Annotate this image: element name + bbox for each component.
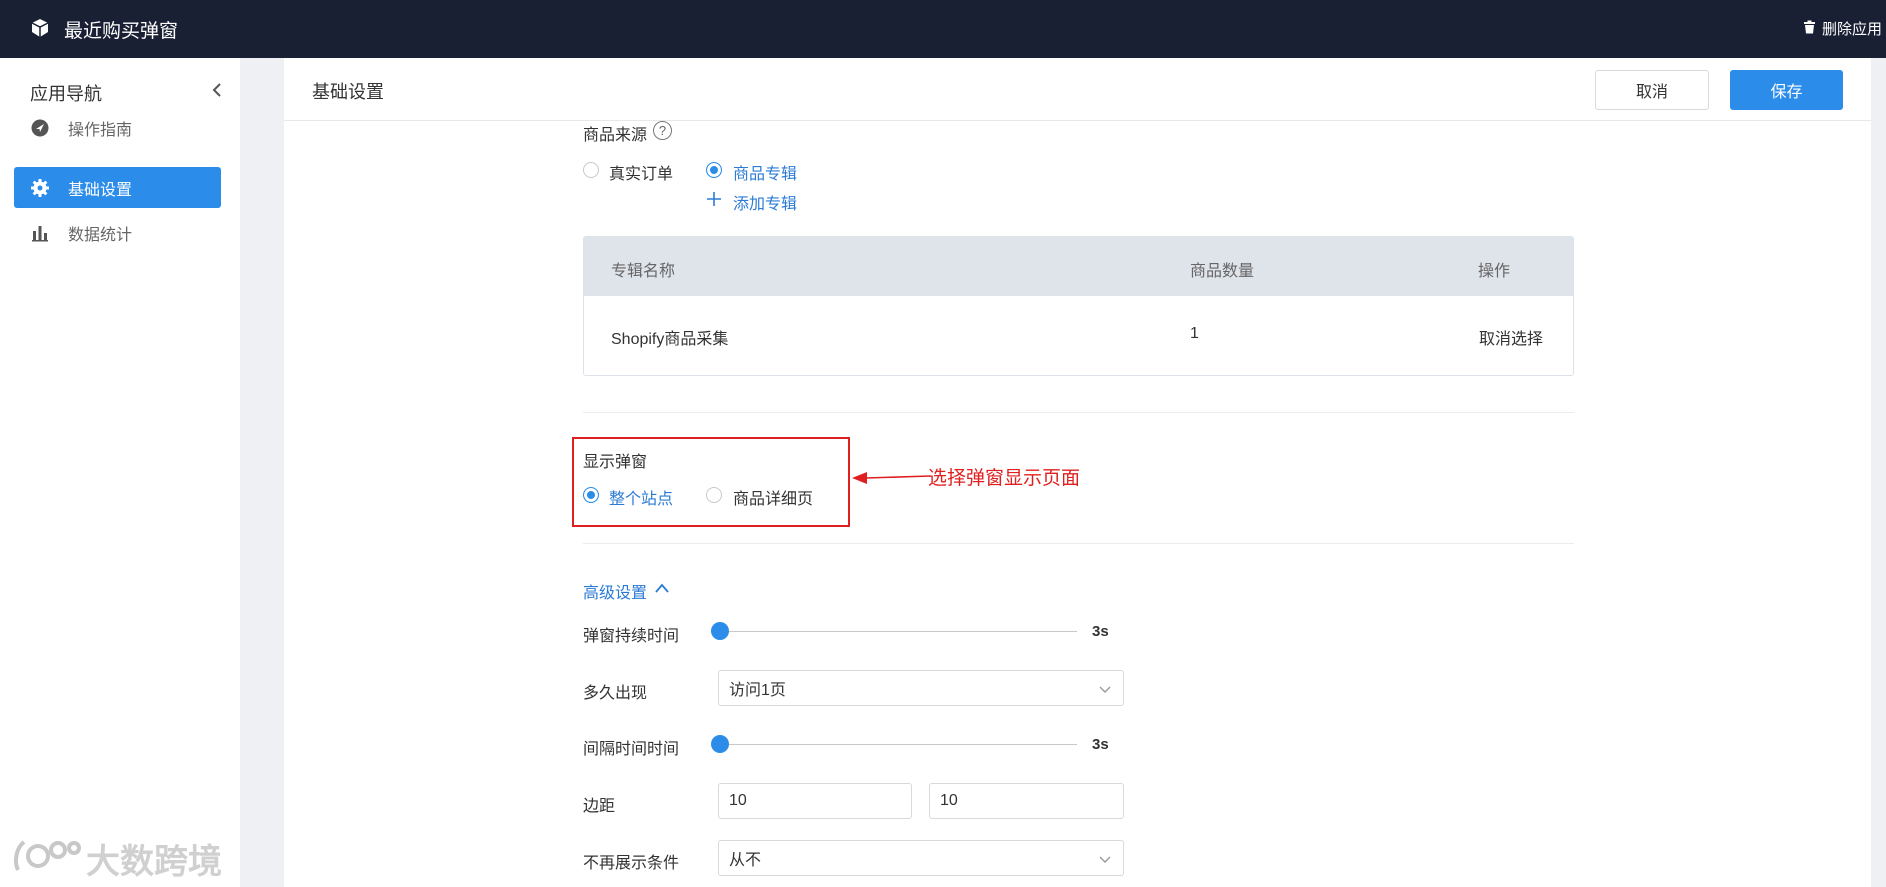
collection-table: 专辑名称 商品数量 操作 Shopify商品采集 1 取消选择: [583, 236, 1574, 376]
duration-label: 弹窗持续时间: [583, 628, 680, 645]
radio-whole-site-label: 整个站点: [609, 491, 674, 508]
product-source-label: 商品来源: [583, 127, 648, 144]
radio-real-orders[interactable]: [583, 162, 599, 178]
delete-app-label: 删除应用: [1821, 21, 1882, 38]
duration-value: 3s: [1092, 623, 1109, 640]
trash-icon: [1803, 20, 1816, 38]
no-show-label: 不再展示条件: [583, 855, 680, 872]
no-show-select-value: 从不: [729, 852, 762, 869]
top-bar: 最近购买弹窗 删除应用: [0, 0, 1886, 58]
app-title: 最近购买弹窗: [64, 21, 179, 42]
radio-product-detail-label: 商品详细页: [733, 491, 814, 508]
watermark-logo-icon: [12, 832, 82, 885]
gear-icon: [30, 178, 50, 198]
margin-input-1[interactable]: 10: [718, 783, 912, 819]
chevron-down-icon: [1099, 682, 1111, 694]
sidebar-title: 应用导航: [30, 84, 102, 104]
sidebar-item-guide[interactable]: 操作指南: [14, 107, 221, 148]
display-popup-label: 显示弹窗: [583, 454, 648, 471]
plus-icon: [707, 192, 721, 206]
page-header: 基础设置 取消 保存: [284, 58, 1871, 121]
radio-real-orders-label: 真实订单: [609, 166, 674, 183]
add-collection-link[interactable]: 添加专辑: [733, 190, 797, 214]
divider: [583, 412, 1574, 413]
sidebar-item-stats[interactable]: 数据统计: [14, 212, 221, 253]
sidebar-item-label: 操作指南: [68, 121, 133, 139]
column-header-name: 专辑名称: [611, 263, 676, 280]
sidebar-item-label: 基础设置: [68, 181, 133, 199]
table-cell-count: 1: [1190, 325, 1199, 342]
divider: [583, 543, 1574, 544]
interval-label: 间隔时间时间: [583, 741, 680, 758]
watermark: 大数跨境: [12, 832, 222, 885]
sidebar-item-label: 数据统计: [68, 226, 133, 244]
no-show-select[interactable]: 从不: [718, 840, 1124, 876]
frequency-select-value: 访问1页: [729, 682, 786, 699]
sidebar: 应用导航 操作指南 基础设置 数据统计: [0, 58, 240, 887]
annotation-arrow-icon: [852, 470, 931, 486]
save-button[interactable]: 保存: [1730, 70, 1843, 110]
compass-icon: [30, 118, 50, 138]
chevron-down-icon: [1099, 852, 1111, 864]
duration-slider-track[interactable]: [720, 631, 1077, 632]
deselect-link[interactable]: 取消选择: [1479, 325, 1543, 349]
watermark-text: 大数跨境: [86, 843, 222, 881]
sidebar-item-settings[interactable]: 基础设置: [14, 167, 221, 208]
cube-icon: [30, 18, 50, 38]
advanced-settings-toggle[interactable]: 高级设置: [583, 579, 647, 603]
column-header-count: 商品数量: [1190, 263, 1255, 280]
interval-slider-handle[interactable]: [711, 735, 729, 753]
page-title: 基础设置: [312, 82, 384, 102]
cancel-button[interactable]: 取消: [1595, 70, 1709, 110]
bar-chart-icon: [30, 223, 50, 243]
help-icon[interactable]: ?: [653, 121, 672, 140]
interval-value: 3s: [1092, 736, 1109, 753]
duration-slider-handle[interactable]: [711, 622, 729, 640]
margin-label: 边距: [583, 798, 616, 815]
table-header: 专辑名称 商品数量 操作: [584, 237, 1573, 296]
annotation-text: 选择弹窗显示页面: [928, 467, 1081, 489]
table-cell-name: Shopify商品采集: [611, 331, 729, 348]
radio-collection[interactable]: [706, 162, 722, 178]
margin-input-2[interactable]: 10: [929, 783, 1124, 819]
radio-whole-site[interactable]: [583, 487, 599, 503]
chevron-left-icon[interactable]: [210, 82, 224, 98]
interval-slider-track[interactable]: [720, 744, 1077, 745]
chevron-up-icon[interactable]: [654, 581, 670, 593]
delete-app-button[interactable]: 删除应用: [1803, 18, 1882, 39]
frequency-select[interactable]: 访问1页: [718, 670, 1124, 706]
frequency-label: 多久出现: [583, 685, 648, 702]
column-header-action: 操作: [1478, 263, 1511, 280]
radio-collection-label: 商品专辑: [733, 166, 798, 183]
radio-product-detail[interactable]: [706, 487, 722, 503]
